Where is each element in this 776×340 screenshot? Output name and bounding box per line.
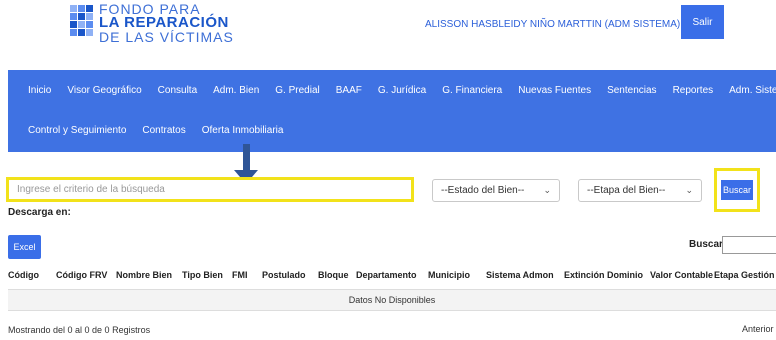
column-header[interactable]: Extinción Dominio: [564, 270, 643, 280]
column-header[interactable]: Tipo Bien: [182, 270, 223, 280]
column-header[interactable]: Etapa Gestión: [714, 270, 775, 280]
excel-button[interactable]: Excel: [8, 235, 41, 259]
chevron-down-icon: ⌄: [543, 185, 551, 195]
etapa-select[interactable]: --Etapa del Bien-- ⌄: [578, 179, 702, 202]
estado-select-value: --Estado del Bien--: [441, 185, 525, 196]
etapa-select-value: --Etapa del Bien--: [587, 185, 666, 196]
nav-item-oferta-inmobiliaria[interactable]: Oferta Inmobiliaria: [202, 125, 284, 136]
logo: FONDO PARA LA REPARACIÓN DE LAS VÍCTIMAS: [99, 2, 234, 44]
nav-item-consulta[interactable]: Consulta: [158, 85, 197, 96]
previous-page-button[interactable]: Anterior: [742, 324, 774, 334]
column-header[interactable]: Sistema Admon: [486, 270, 554, 280]
table-search-input[interactable]: [722, 236, 776, 254]
nav-item-adm-sistema[interactable]: Adm. Sistema: [729, 85, 776, 96]
nav-item-g-financiera[interactable]: G. Financiera: [442, 85, 502, 96]
table-search-label: Buscar:: [689, 239, 727, 250]
logo-line-3: DE LAS VÍCTIMAS: [99, 29, 234, 45]
table-header: Código Código FRV Nombre Bien Tipo Bien FMI P…: [8, 270, 776, 284]
search-button-highlight: Buscar: [714, 168, 760, 212]
column-header[interactable]: Postulado: [262, 270, 306, 280]
chevron-down-icon: ⌄: [685, 185, 693, 195]
logo-line-2: LA REPARACIÓN: [99, 14, 229, 31]
estado-select[interactable]: --Estado del Bien-- ⌄: [432, 179, 560, 202]
nav-item-control-y-seguimiento[interactable]: Control y Seguimiento: [28, 125, 126, 136]
download-label: Descarga en:: [8, 207, 71, 218]
nav-item-contratos[interactable]: Contratos: [142, 125, 185, 136]
logout-button[interactable]: Salir: [681, 5, 724, 39]
nav-item-baaf[interactable]: BAAF: [336, 85, 362, 96]
nav-item-adm-bien[interactable]: Adm. Bien: [213, 85, 259, 96]
table-empty-row: Datos No Disponibles: [8, 289, 776, 311]
column-header[interactable]: Bloque: [318, 270, 349, 280]
nav-item-nuevas-fuentes[interactable]: Nuevas Fuentes: [518, 85, 591, 96]
column-header[interactable]: Código: [8, 270, 39, 280]
search-input[interactable]: [15, 183, 411, 196]
main-nav: Inicio Visor Geográfico Consulta Adm. Bien G…: [8, 70, 776, 152]
nav-item-g-jurídica[interactable]: G. Jurídica: [378, 85, 426, 96]
search-button[interactable]: Buscar: [721, 180, 753, 200]
table-info: Mostrando del 0 al 0 de 0 Registros: [8, 325, 151, 335]
nav-item-inicio[interactable]: Inicio: [28, 85, 51, 96]
column-header[interactable]: Valor Contable: [650, 270, 713, 280]
column-header[interactable]: FMI: [232, 270, 248, 280]
user-menu[interactable]: ALISSON HASBLEIDY NIÑO MARTTIN (ADM SIST…: [425, 19, 686, 30]
nav-item-sentencias[interactable]: Sentencias: [607, 85, 656, 96]
nav-row-primary: Inicio Visor Geográfico Consulta Adm. Bien G…: [8, 82, 776, 98]
nav-item-visor-geográfico[interactable]: Visor Geográfico: [67, 85, 141, 96]
column-header[interactable]: Nombre Bien: [116, 270, 172, 280]
search-box: [6, 177, 414, 202]
nav-item-g-predial[interactable]: G. Predial: [275, 85, 319, 96]
nav-item-reportes[interactable]: Reportes: [673, 85, 714, 96]
column-header[interactable]: Código FRV: [56, 270, 107, 280]
nav-row-secondary: Control y Seguimiento Contratos Oferta Inm…: [8, 122, 776, 138]
column-header[interactable]: Departamento: [356, 270, 417, 280]
user-name: ALISSON HASBLEIDY NIÑO MARTTIN (ADM SIST…: [425, 19, 681, 30]
column-header[interactable]: Municipio: [428, 270, 470, 280]
logo-mark: [70, 5, 94, 43]
